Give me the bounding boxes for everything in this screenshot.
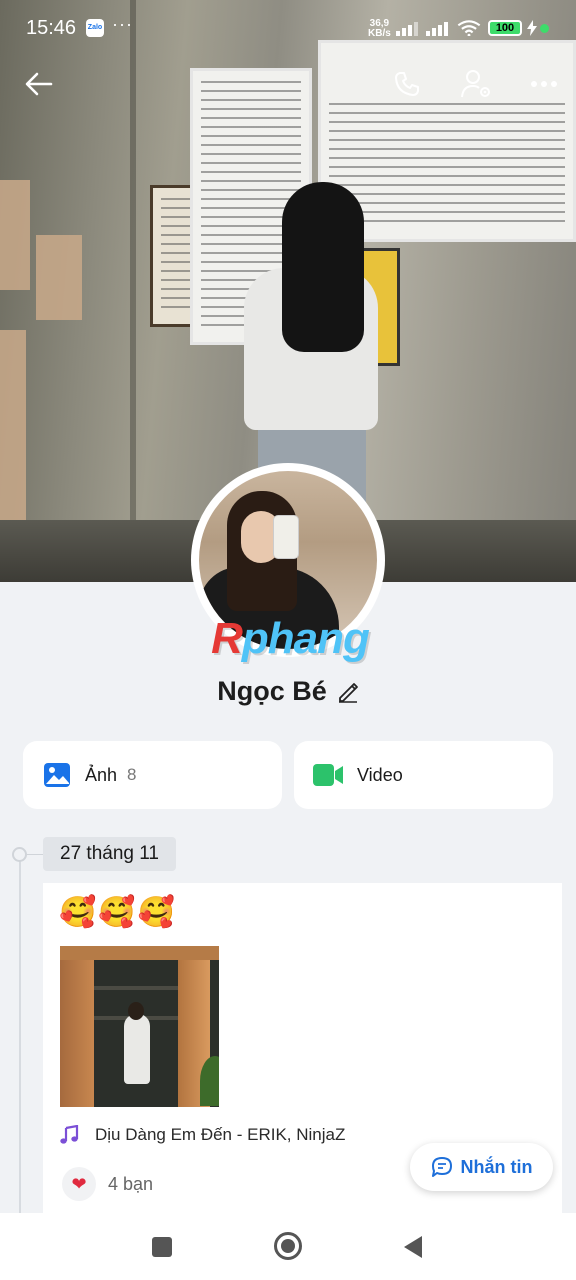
- photos-card[interactable]: Ảnh 8: [23, 741, 282, 809]
- call-button[interactable]: [386, 64, 428, 104]
- profile-name: Ngọc Bé: [217, 676, 327, 706]
- videos-card[interactable]: Video: [294, 741, 553, 809]
- timeline-connector: [27, 854, 43, 855]
- video-icon: [313, 764, 343, 786]
- photo-detail: [60, 946, 94, 1107]
- status-bar: 15:46 Zalo ··· 36,9 KB/s 100: [0, 0, 576, 56]
- user-settings-icon: [461, 70, 490, 98]
- music-title: Dịu Dàng Em Đến - ERIK, NinjaZ: [95, 1125, 346, 1144]
- wifi-icon: [457, 20, 481, 36]
- post-photo[interactable]: [60, 946, 219, 1107]
- photo-detail: [200, 1056, 219, 1106]
- home-button[interactable]: [273, 1231, 303, 1261]
- post-caption: 🥰🥰🥰: [59, 896, 178, 929]
- timeline-date: 27 tháng 11: [43, 837, 176, 871]
- status-time: 15:46: [26, 17, 77, 39]
- photo-detail: [94, 986, 178, 990]
- post-music[interactable]: Dịu Dàng Em Đến - ERIK, NinjaZ: [59, 1125, 345, 1145]
- music-note-icon: [60, 1125, 79, 1144]
- photo-icon: [44, 763, 70, 787]
- post-reactions[interactable]: ❤ 4 bạn: [62, 1167, 153, 1201]
- message-button[interactable]: Nhắn tin: [410, 1143, 553, 1191]
- charging-icon: [527, 20, 537, 36]
- recents-button[interactable]: [151, 1236, 173, 1258]
- zalo-notification-icon: Zalo: [86, 19, 104, 37]
- cell-signal-icon: [426, 22, 448, 36]
- photo-detail: [60, 946, 219, 960]
- heart-icon: ❤: [62, 1167, 96, 1201]
- privacy-indicator-icon: [540, 24, 549, 33]
- avatar-figure: [273, 515, 299, 559]
- more-options-button[interactable]: [524, 64, 564, 104]
- more-notifications-icon: ···: [112, 14, 133, 34]
- back-button[interactable]: [18, 64, 60, 104]
- battery-icon: 100: [488, 20, 522, 36]
- timeline-dot: [12, 847, 27, 862]
- photos-label: Ảnh: [85, 764, 118, 785]
- video-label: Video: [357, 764, 403, 785]
- more-dots-icon: [531, 81, 557, 87]
- photo-detail: [124, 1014, 150, 1084]
- wall-paper: [0, 180, 30, 290]
- back-nav-button[interactable]: [402, 1235, 424, 1259]
- photo-detail: [128, 1002, 144, 1020]
- wall-corner: [130, 0, 136, 582]
- photos-count: 8: [127, 765, 137, 784]
- wall-paper: [36, 235, 82, 320]
- profile-name-row: Ngọc Bé: [0, 676, 576, 707]
- wall-paper: [0, 330, 26, 550]
- timeline-line: [19, 860, 21, 1220]
- back-arrow-icon: [25, 72, 53, 96]
- network-speed-unit: KB/s: [368, 28, 391, 39]
- chat-bubble-icon: [431, 1157, 452, 1177]
- profile-settings-button[interactable]: [456, 64, 498, 104]
- watermark-logo: Rphang: [211, 614, 370, 663]
- edit-name-icon[interactable]: [337, 681, 359, 703]
- cell-signal-icon: [396, 22, 418, 36]
- network-speed: 36,9 KB/s: [368, 19, 391, 39]
- person: [282, 182, 364, 352]
- phone-icon: [395, 72, 419, 96]
- reaction-count: 4 bạn: [108, 1173, 154, 1194]
- system-nav-bar: [0, 1213, 576, 1280]
- message-button-label: Nhắn tin: [460, 1156, 533, 1177]
